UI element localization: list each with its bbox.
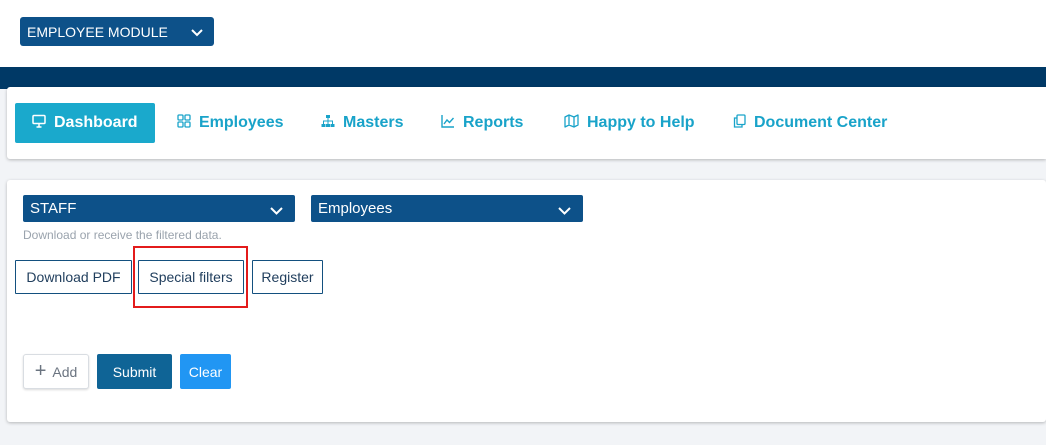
- nav-item-label: Masters: [343, 114, 404, 131]
- clear-button[interactable]: Clear: [180, 354, 231, 389]
- grid-icon: [177, 113, 191, 133]
- main-nav: Dashboard Employees Masters Reports Happ…: [7, 87, 1046, 159]
- nav-item-document-center[interactable]: Document Center: [733, 103, 887, 143]
- sitemap-icon: [321, 114, 335, 133]
- nav-item-label: Employees: [199, 114, 284, 131]
- monitor-icon: [32, 114, 46, 133]
- nav-item-reports[interactable]: Reports: [441, 103, 523, 143]
- entity-select[interactable]: Employees: [311, 195, 583, 222]
- filter-panel: STAFF Employees Download or receive the …: [7, 180, 1046, 422]
- register-button[interactable]: Register: [252, 260, 323, 294]
- header-band: [0, 67, 1046, 89]
- module-selector[interactable]: EMPLOYEE MODULE: [20, 17, 214, 46]
- chevron-down-icon: [270, 203, 283, 220]
- chart-line-icon: [441, 114, 455, 133]
- nav-item-label: Happy to Help: [587, 114, 695, 131]
- module-selector-label: EMPLOYEE MODULE: [27, 23, 168, 40]
- download-pdf-button[interactable]: Download PDF: [15, 260, 132, 294]
- map-icon: [564, 113, 579, 133]
- entity-select-value: Employees: [318, 200, 393, 217]
- chevron-down-icon: [191, 25, 203, 41]
- filter-hint: Download or receive the filtered data.: [23, 228, 222, 242]
- add-button[interactable]: + Add: [23, 354, 89, 389]
- copy-icon: [733, 113, 746, 133]
- nav-item-dashboard[interactable]: Dashboard: [15, 103, 155, 143]
- plus-icon: +: [34, 359, 47, 382]
- nav-item-employees[interactable]: Employees: [177, 103, 283, 143]
- nav-item-label: Dashboard: [54, 114, 138, 131]
- nav-item-label: Reports: [463, 114, 524, 131]
- special-filters-button[interactable]: Special filters: [138, 260, 244, 294]
- add-button-label: Add: [52, 363, 78, 380]
- submit-button[interactable]: Submit: [97, 354, 172, 389]
- chevron-down-icon: [558, 203, 571, 220]
- top-bar: EMPLOYEE MODULE: [0, 0, 1046, 67]
- category-select[interactable]: STAFF: [23, 195, 295, 222]
- nav-item-happy-to-help[interactable]: Happy to Help: [564, 103, 695, 143]
- category-select-value: STAFF: [30, 200, 77, 217]
- nav-item-masters[interactable]: Masters: [321, 103, 403, 143]
- nav-item-label: Document Center: [754, 114, 888, 131]
